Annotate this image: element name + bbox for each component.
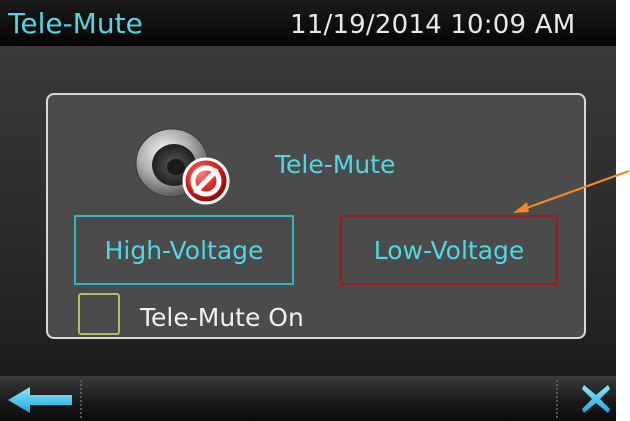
app-title: Tele-Mute [8,7,143,40]
title-bar: Tele-Mute 11/19/2014 10:09 AM [0,0,616,46]
back-arrow-icon[interactable] [6,385,74,415]
toolbar-divider-right [556,380,559,418]
speaker-muted-icon [135,128,230,205]
toolbar-divider-left [80,380,83,418]
tele-mute-heading: Tele-Mute [275,150,396,179]
high-voltage-label: High-Voltage [104,235,264,265]
high-voltage-button[interactable]: High-Voltage [74,215,294,285]
tele-mute-on-label: Tele-Mute On [140,303,304,332]
tele-mute-on-checkbox[interactable] [78,293,120,335]
date-time-display: 11/19/2014 10:09 AM [290,10,576,40]
annotation-arrow-icon [513,170,630,213]
low-voltage-label: Low-Voltage [373,235,525,265]
close-icon[interactable] [580,383,612,415]
low-voltage-button[interactable]: Low-Voltage [340,215,558,285]
bottom-toolbar [0,376,616,421]
